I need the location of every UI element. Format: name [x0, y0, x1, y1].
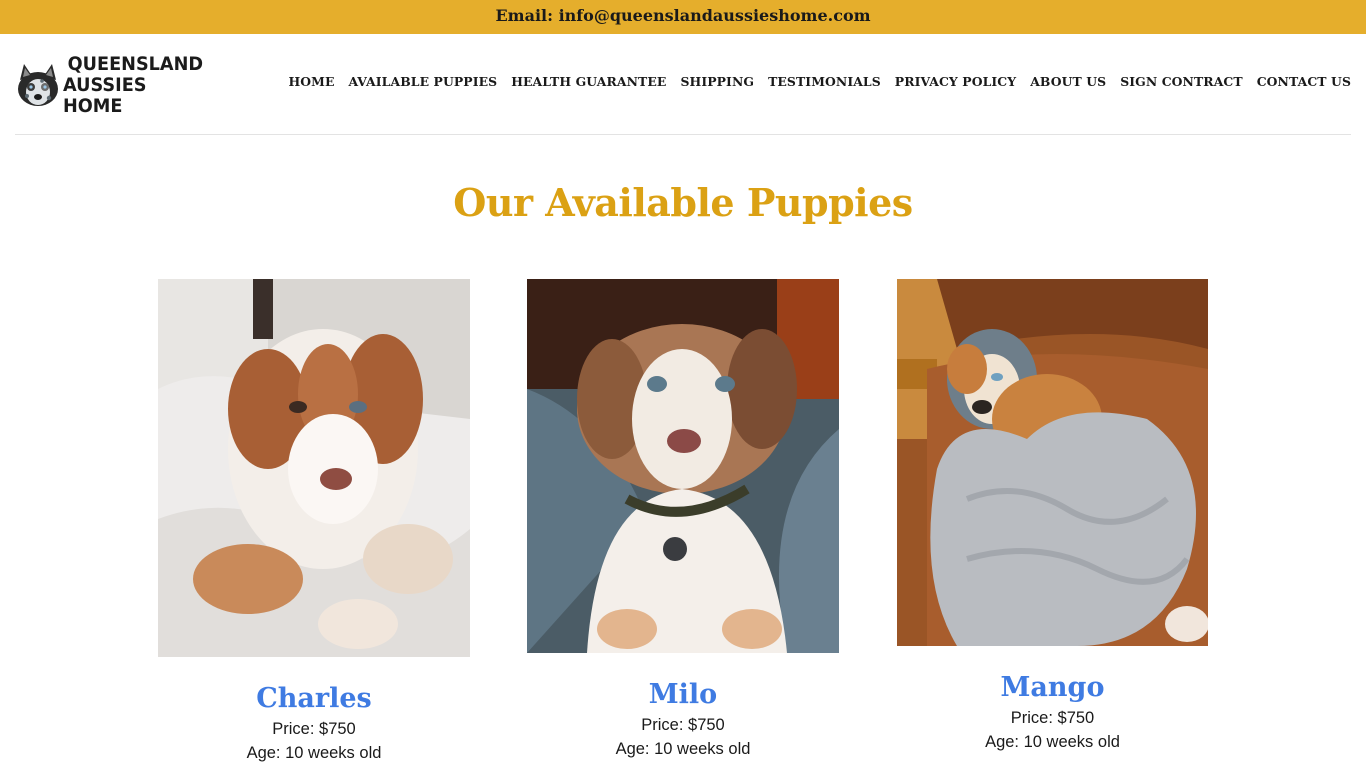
puppy-age-mango: Age: 10 weeks old: [985, 733, 1120, 751]
puppy-photo-charles[interactable]: [158, 279, 470, 657]
nav-available-puppies[interactable]: AVAILABLE PUPPIES: [349, 74, 498, 89]
puppy-price-milo: Price: $750: [641, 716, 725, 734]
logo-wordmark: QUEENSLAND AUSSIES HOME: [63, 52, 204, 117]
nav-shipping[interactable]: SHIPPING: [680, 74, 754, 89]
logo-line-2: AUSSIES HOME: [63, 73, 147, 117]
nav-privacy-policy[interactable]: PRIVACY POLICY: [895, 74, 1016, 89]
top-contact-bar: Email: info@queenslandaussieshome.com: [0, 0, 1366, 34]
dog-logo-icon: [18, 64, 58, 106]
nav-about-us[interactable]: ABOUT US: [1030, 74, 1106, 89]
puppy-age-milo: Age: 10 weeks old: [615, 740, 751, 758]
puppy-name-milo[interactable]: Milo: [527, 679, 839, 710]
site-header: QUEENSLAND AUSSIES HOME HOME AVAILABLE P…: [15, 34, 1351, 135]
puppy-name-charles[interactable]: Charles: [158, 683, 470, 714]
puppy-name-mango[interactable]: Mango: [897, 672, 1208, 703]
puppy-photo-mango[interactable]: [897, 279, 1208, 646]
contact-email[interactable]: Email: info@queenslandaussieshome.com: [495, 6, 870, 25]
nav-testimonials[interactable]: TESTIMONIALS: [768, 74, 881, 89]
puppy-card-milo: Milo Price: $750 Age: 10 weeks old: [527, 279, 839, 759]
puppy-price-mango: Price: $750: [1010, 709, 1095, 727]
nav-health-guarantee[interactable]: HEALTH GUARANTEE: [511, 74, 666, 89]
nav-home[interactable]: HOME: [288, 74, 334, 89]
main-nav: HOME AVAILABLE PUPPIES HEALTH GUARANTEE …: [288, 74, 1351, 89]
logo-line-1: QUEENSLAND: [67, 52, 204, 75]
puppy-card-mango: Mango Price: $750 Age: 10 weeks old: [897, 279, 1208, 752]
puppy-age-charles: Age: 10 weeks old: [246, 744, 382, 762]
nav-sign-contract[interactable]: SIGN CONTRACT: [1120, 74, 1242, 89]
site-logo[interactable]: QUEENSLAND AUSSIES HOME: [15, 53, 215, 116]
puppy-card-charles: Charles Price: $750 Age: 10 weeks old: [158, 279, 470, 763]
page-title: Our Available Puppies: [453, 180, 913, 225]
nav-contact-us[interactable]: CONTACT US: [1257, 74, 1351, 89]
puppy-photo-milo[interactable]: [527, 279, 839, 653]
puppy-price-charles: Price: $750: [272, 720, 356, 738]
